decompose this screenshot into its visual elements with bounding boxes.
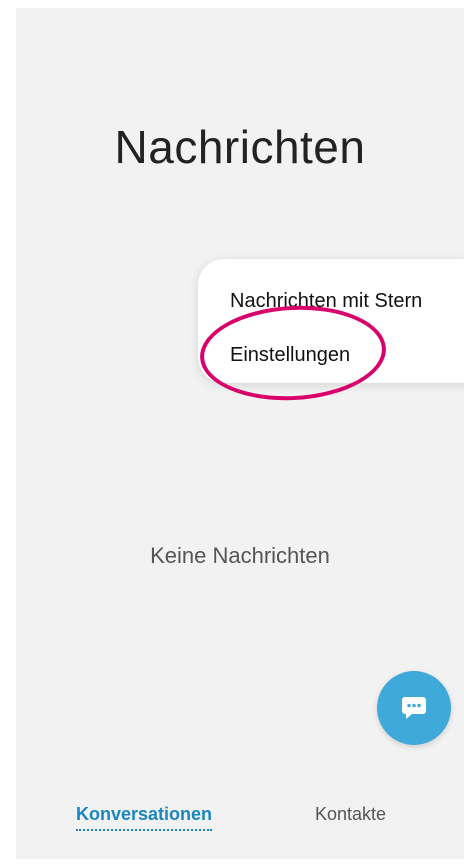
tab-contacts[interactable]: Kontakte bbox=[315, 804, 386, 825]
tab-conversations[interactable]: Konversationen bbox=[76, 804, 213, 831]
menu-item-settings[interactable]: Einstellungen bbox=[230, 344, 350, 367]
menu-item-starred-messages[interactable]: Nachrichten mit Stern bbox=[230, 290, 422, 313]
bottom-navigation: Konversationen Kontakte bbox=[16, 798, 464, 838]
overflow-menu: Nachrichten mit Stern Einstellungen bbox=[198, 259, 464, 383]
chat-bubble-icon bbox=[402, 697, 426, 719]
page-title: Nachrichten bbox=[114, 121, 366, 173]
app-screen: Nachrichten Nachrichten mit Stern Einste… bbox=[16, 8, 464, 859]
new-message-button[interactable] bbox=[377, 671, 451, 745]
empty-state-text: Keine Nachrichten bbox=[150, 543, 330, 568]
